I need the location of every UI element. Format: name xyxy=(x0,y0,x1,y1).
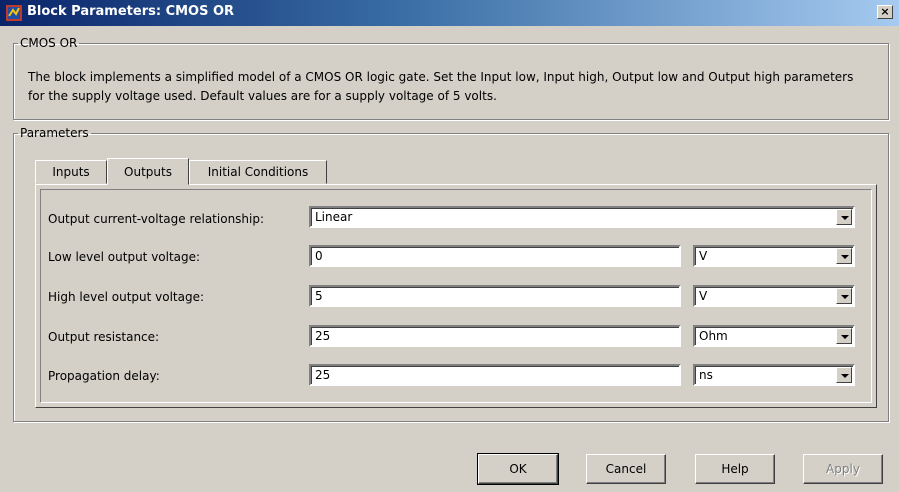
low-level-output-voltage-unit-select[interactable]: V xyxy=(693,245,855,267)
output-iv-relationship-label: Output current-voltage relationship: xyxy=(48,212,265,226)
tab-initial-conditions-label: Initial Conditions xyxy=(207,165,309,179)
output-resistance-unit-select[interactable]: Ohm xyxy=(693,325,855,347)
propagation-delay-input[interactable]: 25 xyxy=(309,364,681,386)
tab-inputs[interactable]: Inputs xyxy=(35,160,107,184)
output-resistance-label: Output resistance: xyxy=(48,330,160,344)
cancel-button[interactable]: Cancel xyxy=(586,454,666,484)
high-level-output-voltage-input[interactable]: 5 xyxy=(309,285,681,307)
low-level-output-voltage-input[interactable]: 0 xyxy=(309,245,681,267)
propagation-delay-unit: ns xyxy=(699,368,713,382)
propagation-delay-unit-select[interactable]: ns xyxy=(693,364,855,386)
chevron-down-icon[interactable] xyxy=(836,209,852,225)
parameters-group-legend: Parameters xyxy=(20,126,89,140)
description-group-legend: CMOS OR xyxy=(20,36,78,50)
chevron-down-icon[interactable] xyxy=(836,288,852,304)
propagation-delay-label: Propagation delay: xyxy=(48,369,160,383)
low-level-output-voltage-label: Low level output voltage: xyxy=(48,250,201,264)
high-level-output-voltage-label: High level output voltage: xyxy=(48,290,205,304)
tab-outputs[interactable]: Outputs xyxy=(107,158,189,185)
close-icon: × xyxy=(880,5,890,18)
simulink-block-icon xyxy=(6,5,22,21)
chevron-down-icon[interactable] xyxy=(836,328,852,344)
help-button[interactable]: Help xyxy=(695,454,775,484)
tab-initial-conditions[interactable]: Initial Conditions xyxy=(189,160,327,184)
chevron-down-icon[interactable] xyxy=(836,367,852,383)
close-button[interactable]: × xyxy=(877,5,893,19)
window-title: Block Parameters: CMOS OR xyxy=(27,4,235,19)
output-iv-relationship-select[interactable]: Linear xyxy=(309,206,855,228)
tab-outputs-label: Outputs xyxy=(124,165,172,179)
block-description: The block implements a simplified model … xyxy=(28,70,854,103)
output-iv-relationship-value: Linear xyxy=(315,210,353,224)
apply-button[interactable]: Apply xyxy=(803,454,883,484)
title-bar[interactable]: Block Parameters: CMOS OR × xyxy=(0,0,899,26)
ok-button[interactable]: OK xyxy=(477,453,559,485)
high-level-output-voltage-unit: V xyxy=(699,289,708,303)
output-resistance-unit: Ohm xyxy=(699,329,728,343)
output-resistance-input[interactable]: 25 xyxy=(309,325,681,347)
chevron-down-icon[interactable] xyxy=(836,248,852,264)
high-level-output-voltage-unit-select[interactable]: V xyxy=(693,285,855,307)
tab-inputs-label: Inputs xyxy=(52,165,90,179)
low-level-output-voltage-unit: V xyxy=(699,249,708,263)
